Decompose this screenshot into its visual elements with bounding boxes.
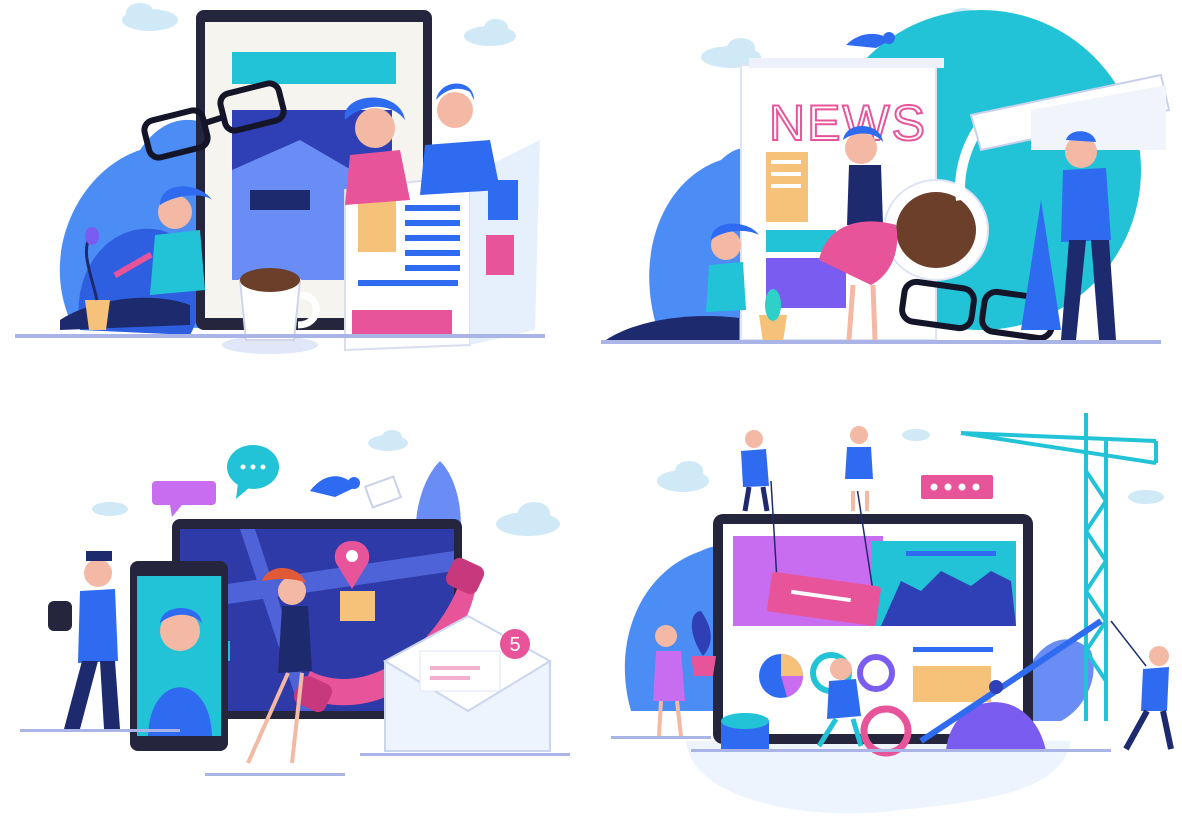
person-man-pulling (1110, 620, 1174, 751)
ground-line (15, 334, 545, 338)
cloud-icon (464, 19, 516, 46)
scene-news-coffee: NEWS (591, 0, 1182, 411)
notification-count: 5 (509, 634, 520, 656)
cylinder-block (721, 713, 769, 749)
cloud-icon (368, 430, 408, 451)
crane-block (921, 475, 993, 499)
cloud-icon (902, 429, 930, 441)
letter-envelope-small (363, 475, 403, 509)
cloud-icon (92, 502, 128, 516)
content-line (913, 647, 993, 652)
person-worker-left (741, 430, 770, 512)
ground-line (205, 773, 345, 776)
pie-chart-icon (759, 654, 803, 698)
cloud-icon (122, 3, 178, 31)
ground-line (20, 729, 180, 732)
speech-bubble-icon (152, 481, 216, 517)
ground-line (691, 749, 1111, 752)
scene-web-construction (591, 411, 1182, 822)
ground-line (360, 753, 570, 756)
cloud-icon (1128, 490, 1164, 504)
person-postman (48, 551, 120, 729)
cloud-icon (496, 502, 560, 536)
speech-bubble-icon (227, 445, 279, 499)
ground-line (611, 736, 711, 739)
scene-reading-tablet (0, 0, 591, 411)
cloud-icon (657, 461, 709, 492)
phone-device (130, 561, 228, 751)
notification-badge: 5 (500, 629, 530, 659)
ground-line (601, 340, 1161, 344)
bird-icon (310, 476, 360, 497)
scene-messaging-map: 5 (0, 411, 591, 822)
content-block (913, 666, 991, 702)
